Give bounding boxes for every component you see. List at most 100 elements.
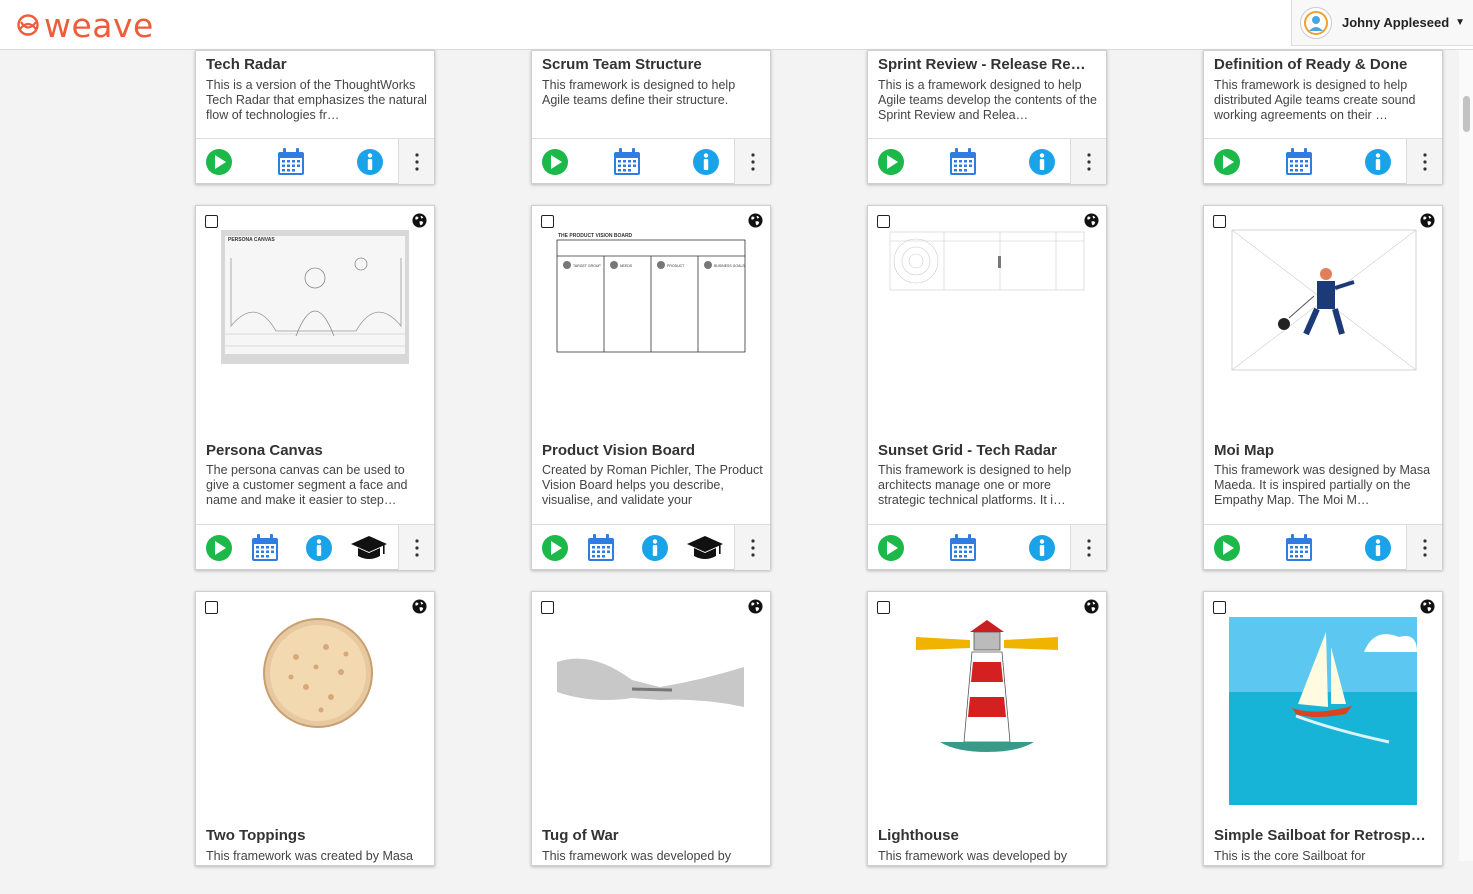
card-thumbnail[interactable]: THE PRODUCT VISION BOARD TARGET GROUP NE… <box>532 206 770 436</box>
weave-logo[interactable]: weave <box>16 6 154 45</box>
calendar-icon[interactable] <box>586 533 616 563</box>
select-checkbox[interactable] <box>205 601 218 614</box>
framework-card[interactable]: Scrum Team Structure This framework is d… <box>531 50 771 184</box>
select-checkbox[interactable] <box>1213 215 1226 228</box>
top-bar: weave Johny Appleseed ▼ <box>0 0 1473 50</box>
info-icon[interactable] <box>640 533 670 563</box>
framework-card[interactable]: Lighthouse This framework was developed … <box>867 591 1107 866</box>
play-icon[interactable] <box>876 147 906 177</box>
calendar-icon[interactable] <box>250 533 280 563</box>
framework-card[interactable]: THE PRODUCT VISION BOARD TARGET GROUP NE… <box>531 205 771 570</box>
more-options-button[interactable] <box>398 139 434 184</box>
card-title[interactable]: Scrum Team Structure <box>542 56 768 73</box>
play-icon[interactable] <box>540 533 570 563</box>
globe-icon <box>1084 599 1099 614</box>
vertical-ellipsis-icon <box>415 539 419 557</box>
globe-icon <box>748 599 763 614</box>
framework-card[interactable]: PERSONA CANVAS Persona Canvas The person… <box>195 205 435 570</box>
card-thumbnail[interactable] <box>1204 592 1442 822</box>
card-title[interactable]: Tech Radar <box>206 56 432 73</box>
play-icon[interactable] <box>1212 533 1242 563</box>
framework-card[interactable]: Sprint Review - Release Re… This is a fr… <box>867 50 1107 184</box>
info-icon[interactable] <box>1027 533 1057 563</box>
calendar-icon[interactable] <box>1284 147 1314 177</box>
scrollbar-thumb[interactable] <box>1463 96 1470 132</box>
card-title[interactable]: Two Toppings <box>206 827 432 844</box>
two-toppings-thumbnail <box>263 618 373 728</box>
play-icon[interactable] <box>876 533 906 563</box>
framework-card[interactable]: Tech Radar This is a version of the Thou… <box>195 50 435 184</box>
card-title[interactable]: Sunset Grid - Tech Radar <box>878 442 1104 459</box>
globe-icon <box>1420 599 1435 614</box>
card-title[interactable]: Lighthouse <box>878 827 1104 844</box>
more-options-button[interactable] <box>1406 525 1442 570</box>
globe-icon <box>1420 213 1435 228</box>
card-title[interactable]: Moi Map <box>1214 442 1440 459</box>
graduation-cap-icon[interactable] <box>349 533 389 563</box>
card-actions <box>532 138 770 184</box>
card-title[interactable]: Product Vision Board <box>542 442 768 459</box>
calendar-icon[interactable] <box>612 147 642 177</box>
card-description: The persona canvas can be used to give a… <box>206 463 408 507</box>
more-options-button[interactable] <box>734 139 770 184</box>
graduation-cap-icon[interactable] <box>685 533 725 563</box>
product-vision-board-thumbnail: THE PRODUCT VISION BOARD TARGET GROUP NE… <box>556 233 746 353</box>
select-checkbox[interactable] <box>877 215 890 228</box>
select-checkbox[interactable] <box>877 601 890 614</box>
card-thumbnail[interactable] <box>196 592 434 822</box>
more-options-button[interactable] <box>1070 525 1106 570</box>
play-icon[interactable] <box>1212 147 1242 177</box>
info-icon[interactable] <box>1027 147 1057 177</box>
card-title[interactable]: Tug of War <box>542 827 768 844</box>
card-title[interactable]: Sprint Review - Release Re… <box>878 56 1104 73</box>
thumbnail-title: PERSONA CANVAS <box>228 237 275 243</box>
card-title[interactable]: Simple Sailboat for Retrosp… <box>1214 827 1440 844</box>
card-actions <box>868 138 1106 184</box>
more-options-button[interactable] <box>1406 139 1442 184</box>
card-thumbnail[interactable] <box>868 592 1106 822</box>
card-description: This is the core Sailboat for <box>1214 849 1366 863</box>
framework-card[interactable]: Simple Sailboat for Retrosp… This is the… <box>1203 591 1443 866</box>
calendar-icon[interactable] <box>1284 533 1314 563</box>
card-title[interactable]: Persona Canvas <box>206 442 432 459</box>
globe-icon <box>748 213 763 228</box>
calendar-icon[interactable] <box>948 533 978 563</box>
info-icon[interactable] <box>1363 147 1393 177</box>
framework-card[interactable]: Two Toppings This framework was created … <box>195 591 435 866</box>
framework-card[interactable]: Moi Map This framework was designed by M… <box>1203 205 1443 570</box>
more-options-button[interactable] <box>398 525 434 570</box>
select-checkbox[interactable] <box>205 215 218 228</box>
card-actions <box>532 524 770 570</box>
card-thumbnail[interactable]: PERSONA CANVAS <box>196 206 434 436</box>
info-icon[interactable] <box>1363 533 1393 563</box>
play-icon[interactable] <box>204 147 234 177</box>
card-description: This framework is designed to help distr… <box>1214 78 1416 122</box>
select-checkbox[interactable] <box>1213 601 1226 614</box>
play-icon[interactable] <box>540 147 570 177</box>
card-thumbnail[interactable] <box>1204 206 1442 436</box>
more-options-button[interactable] <box>1070 139 1106 184</box>
select-checkbox[interactable] <box>541 215 554 228</box>
card-actions <box>196 524 434 570</box>
framework-card[interactable]: Tug of War This framework was developed … <box>531 591 771 866</box>
play-icon[interactable] <box>204 533 234 563</box>
info-icon[interactable] <box>691 147 721 177</box>
framework-card[interactable]: Definition of Ready & Done This framewor… <box>1203 50 1443 184</box>
card-description: This framework is designed to help Agile… <box>542 78 736 107</box>
info-icon[interactable] <box>355 147 385 177</box>
select-checkbox[interactable] <box>541 601 554 614</box>
card-description: Created by Roman Pichler, The Product Vi… <box>542 463 763 507</box>
calendar-icon[interactable] <box>276 147 306 177</box>
user-menu[interactable]: Johny Appleseed ▼ <box>1291 0 1473 46</box>
info-icon[interactable] <box>304 533 334 563</box>
more-options-button[interactable] <box>734 525 770 570</box>
card-title[interactable]: Definition of Ready & Done <box>1214 56 1440 73</box>
sunset-grid-thumbnail <box>889 231 1085 291</box>
vertical-scrollbar[interactable] <box>1459 50 1473 861</box>
card-description: This framework was created by Masa <box>206 849 414 863</box>
card-thumbnail[interactable] <box>532 592 770 822</box>
framework-card[interactable]: Sunset Grid - Tech Radar This framework … <box>867 205 1107 570</box>
calendar-icon[interactable] <box>948 147 978 177</box>
card-thumbnail[interactable] <box>868 206 1106 436</box>
card-description: This is a framework designed to help Agi… <box>878 78 1097 122</box>
